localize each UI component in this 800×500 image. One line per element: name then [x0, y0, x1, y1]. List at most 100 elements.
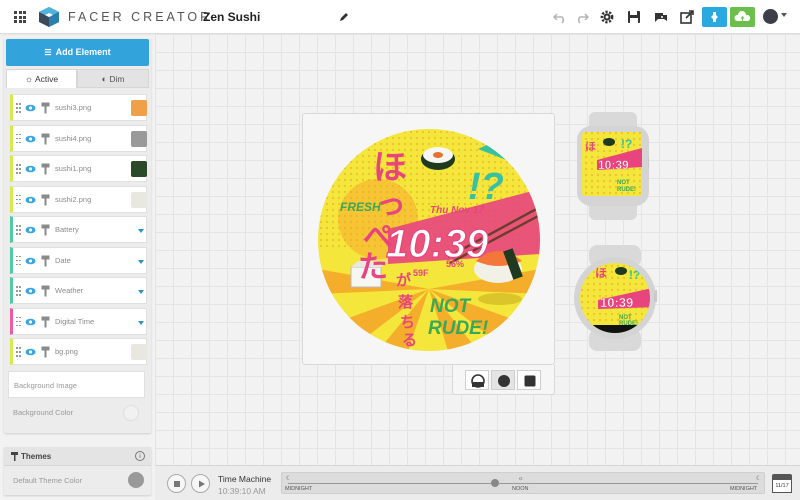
layer-row[interactable]: Weather	[10, 277, 147, 304]
tab-active[interactable]: ☼ Active	[6, 69, 77, 88]
drag-handle-icon[interactable]	[16, 286, 21, 296]
visibility-eye-icon[interactable]	[25, 196, 36, 204]
layer-row[interactable]: Battery	[10, 216, 147, 243]
square-watch-preview[interactable]: ほ !? 10:39 NOT RUDE!	[577, 112, 649, 220]
layer-row[interactable]: bg.png	[10, 338, 147, 365]
pin-icon[interactable]	[41, 194, 50, 206]
stop-button[interactable]	[167, 474, 186, 493]
visibility-eye-icon[interactable]	[25, 257, 36, 265]
midnight-right-label: MIDNIGHT	[730, 486, 758, 492]
layer-thumbnail	[131, 161, 147, 177]
layer-name: sushi3.png	[55, 103, 92, 112]
sun-icon: ☼	[24, 74, 34, 84]
jp-ochi: 落	[398, 293, 414, 311]
calendar-icon[interactable]: 11/17	[772, 472, 792, 494]
visibility-eye-icon[interactable]	[25, 135, 36, 143]
drag-handle-icon[interactable]	[16, 194, 21, 205]
visibility-eye-icon[interactable]	[25, 318, 36, 326]
time-machine-time: 10:39:10 AM	[218, 486, 266, 496]
rude-text: RUDE!	[428, 318, 488, 339]
drag-handle-icon[interactable]	[16, 347, 21, 357]
square-preview-not: NOT	[617, 180, 630, 186]
layer-row[interactable]: Digital Time	[10, 307, 147, 335]
sync-watch-button[interactable]	[702, 7, 727, 27]
drag-handle-icon[interactable]	[16, 316, 21, 327]
comments-icon[interactable]	[652, 8, 670, 26]
themes-panel: Themes i Default Theme Color	[4, 447, 151, 495]
settings-gear-icon[interactable]	[598, 8, 616, 26]
expand-caret-icon[interactable]	[138, 259, 144, 264]
drag-handle-icon[interactable]	[16, 164, 21, 174]
info-icon[interactable]: i	[135, 451, 145, 461]
tab-dim[interactable]: ◐ Dim	[77, 69, 149, 88]
expand-caret-icon[interactable]	[138, 290, 144, 294]
jp-hoppe-4: た	[358, 250, 388, 285]
apps-grid-icon[interactable]	[14, 11, 26, 23]
background-image-field[interactable]: Background Image	[8, 371, 145, 398]
redo-icon[interactable]	[573, 8, 591, 26]
layer-row[interactable]: sushi3.png	[10, 94, 147, 121]
publish-button[interactable]	[730, 7, 755, 27]
drag-handle-icon[interactable]	[16, 133, 21, 144]
visibility-eye-icon[interactable]	[25, 348, 36, 356]
user-avatar[interactable]	[763, 9, 778, 24]
pin-icon[interactable]	[41, 346, 50, 358]
drag-handle-icon[interactable]	[16, 225, 21, 235]
drag-handle-icon[interactable]	[16, 255, 21, 266]
visibility-eye-icon[interactable]	[25, 226, 36, 234]
visibility-eye-icon[interactable]	[25, 104, 36, 112]
layer-row[interactable]: sushi2.png	[10, 185, 147, 213]
drag-handle-icon[interactable]	[16, 103, 21, 113]
jp-ga: が	[396, 271, 412, 289]
time-slider-track	[288, 483, 758, 484]
edit-pencil-icon[interactable]	[338, 11, 350, 23]
themes-header[interactable]: Themes i	[4, 447, 151, 466]
pin-icon[interactable]	[41, 163, 50, 175]
round-watch-preview[interactable]: ほ !? 10:39 NOT RUDE!	[573, 245, 657, 351]
cloud-upload-icon	[734, 11, 751, 21]
calendar-date: 11/17	[772, 479, 792, 493]
shape-round-button[interactable]	[491, 370, 515, 390]
default-theme-swatch[interactable]	[128, 472, 144, 488]
pin-icon[interactable]	[41, 255, 50, 267]
visibility-eye-icon[interactable]	[25, 287, 36, 295]
sun-icon-center: ☼	[518, 476, 524, 482]
date-text: Thu Nov 17	[430, 205, 484, 216]
pin-icon[interactable]	[41, 316, 50, 328]
play-button[interactable]	[191, 474, 210, 493]
layer-thumbnail	[131, 100, 147, 116]
noon-label: NOON	[512, 486, 529, 492]
layer-row[interactable]: sushi4.png	[10, 124, 147, 152]
top-bar: FACER CREATOR Zen Sushi	[0, 0, 800, 34]
visibility-eye-icon[interactable]	[25, 165, 36, 173]
jp-hoppe-1: ほ	[373, 148, 407, 188]
user-menu-caret-icon[interactable]	[781, 13, 787, 17]
add-element-label: Add Element	[55, 47, 111, 57]
background-color-swatch[interactable]	[123, 405, 139, 421]
watch-face-preview[interactable]: !? ほ っ ぺ た FRESH Thu Nov 17 10:39 59F 56…	[318, 129, 540, 351]
square-preview-rude: RUDE!	[617, 187, 636, 193]
shape-square-button[interactable]	[517, 370, 541, 390]
expand-caret-icon[interactable]	[138, 320, 144, 325]
layer-name: Date	[55, 255, 71, 265]
share-export-icon[interactable]	[678, 8, 696, 26]
tab-dim-label: Dim	[109, 74, 125, 84]
pin-icon[interactable]	[41, 133, 50, 145]
layer-row[interactable]: sushi1.png	[10, 155, 147, 182]
time-slider[interactable]: ☾ ☼ ☾ MIDNIGHT NOON MIDNIGHT	[281, 472, 765, 494]
shape-round-flat-button[interactable]	[465, 370, 489, 390]
add-element-button[interactable]: ☰ Add Element	[6, 39, 149, 66]
pin-icon[interactable]	[41, 285, 50, 297]
pin-icon[interactable]	[41, 224, 50, 236]
midnight-left-label: MIDNIGHT	[285, 486, 313, 492]
stop-icon	[174, 481, 180, 487]
time-slider-thumb[interactable]	[491, 479, 499, 487]
save-icon[interactable]	[625, 8, 643, 26]
pin-icon[interactable]	[41, 102, 50, 114]
layers-panel: ☰ Add Element ☼ Active ◐ Dim sushi3.png su…	[4, 38, 151, 433]
layer-thumbnail	[131, 344, 147, 360]
background-image-label: Background Image	[14, 381, 77, 390]
undo-icon[interactable]	[551, 8, 569, 26]
expand-caret-icon[interactable]	[138, 229, 144, 233]
layer-row[interactable]: Date	[10, 246, 147, 274]
